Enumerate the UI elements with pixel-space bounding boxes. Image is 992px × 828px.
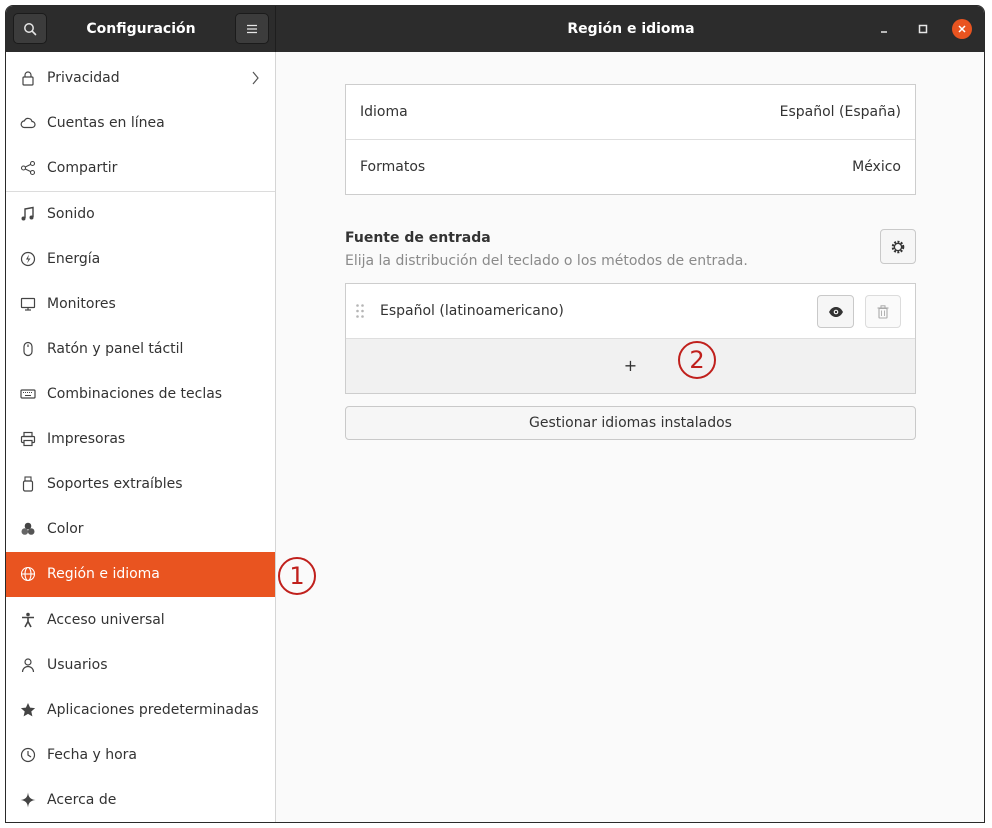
sidebar-item-mouse-touchpad[interactable]: Ratón y panel táctil [6,327,275,372]
sidebar-item-color[interactable]: Color [6,507,275,552]
sidebar-item-universal-access[interactable]: Acceso universal [6,598,275,643]
menu-button[interactable] [235,13,269,44]
sidebar-item-displays[interactable]: Monitores [6,282,275,327]
maximize-button[interactable] [913,19,933,39]
sidebar-item-region-language[interactable]: Región e idioma [6,552,275,597]
lock-icon [20,70,36,86]
sidebar-item-date-time[interactable]: Fecha y hora [6,733,275,778]
sidebar-item-label: Color [47,521,84,537]
sidebar-title: Configuración [86,21,196,37]
input-sources-title: Fuente de entrada [345,230,491,246]
add-input-source-row[interactable]: + [346,339,915,393]
input-sources-list: Español (latinoamericano) + [345,283,916,394]
settings-window: Configuración Región e idioma Privacidad… [5,5,985,823]
sidebar-item-users[interactable]: Usuarios [6,643,275,688]
sidebar-item-label: Monitores [47,296,116,312]
monitor-icon [20,296,36,312]
input-sources-subtitle: Elija la distribución del teclado o los … [345,253,748,269]
sidebar-item-privacy[interactable]: Privacidad [6,56,275,101]
add-icon: + [623,356,638,375]
sidebar-item-printers[interactable]: Impresoras [6,417,275,462]
sparkle-icon [20,792,36,808]
sidebar-item-label: Sonido [47,206,95,222]
clock-icon [20,747,36,763]
language-label: Idioma [360,104,408,120]
sidebar-item-keyboard-shortcuts[interactable]: Combinaciones de teclas [6,372,275,417]
printer-icon [20,431,36,447]
sidebar-item-label: Fecha y hora [47,747,138,763]
input-source-label: Español (latinoamericano) [380,303,564,319]
sidebar-item-label: Privacidad [47,70,120,86]
color-icon [20,521,36,537]
input-sources-options-button[interactable] [880,229,916,264]
manage-installed-languages-label: Gestionar idiomas instalados [529,415,732,431]
sidebar-item-label: Región e idioma [47,566,160,582]
mouse-icon [20,341,36,357]
keyboard-icon [20,386,36,402]
music-note-icon [20,206,36,222]
sidebar-item-sound[interactable]: Sonido [6,192,275,237]
chevron-right-icon [251,71,259,89]
header-bar: Configuración Región e idioma [6,6,984,52]
gear-icon [891,240,905,253]
sidebar-header: Configuración [6,6,276,52]
annotation-marker-1: 1 [278,557,316,595]
sidebar-item-sharing[interactable]: Compartir [6,146,275,191]
language-row[interactable]: Idioma Español (España) [346,85,915,140]
main-panel: Idioma Español (España) Formatos México … [276,52,984,822]
sidebar-item-label: Combinaciones de teclas [47,386,223,402]
list-item[interactable]: Español (latinoamericano) [346,284,915,339]
sidebar-item-power[interactable]: Energía [6,237,275,282]
eye-icon [828,306,843,317]
sidebar-item-label: Impresoras [47,431,126,447]
minimize-button[interactable] [874,19,894,39]
trash-icon [877,304,889,319]
cloud-icon [20,115,36,131]
drag-handle-icon[interactable] [355,303,365,323]
hamburger-menu-icon [247,24,257,33]
search-button[interactable] [13,13,47,44]
formats-value: México [852,159,901,175]
sidebar-item-label: Acerca de [47,792,117,808]
remove-input-source-button[interactable] [865,295,901,328]
search-icon [24,22,37,35]
sidebar-item-label: Cuentas en línea [47,115,165,131]
sidebar-item-about[interactable]: Acerca de [6,778,275,822]
sidebar-item-label: Ratón y panel táctil [47,341,184,357]
formats-row[interactable]: Formatos México [346,140,915,195]
sidebar-item-label: Aplicaciones predeterminadas [47,702,259,718]
sidebar-item-default-applications[interactable]: Aplicaciones predeterminadas [6,688,275,733]
accessibility-icon [20,612,36,628]
formats-label: Formatos [360,159,426,175]
language-value: Español (España) [779,104,901,120]
minimize-icon [881,31,887,33]
sidebar-item-label: Usuarios [47,657,108,673]
usb-drive-icon [20,476,36,492]
sidebar: Privacidad Cuentas en línea Compartir So… [6,52,276,822]
sidebar-item-online-accounts[interactable]: Cuentas en línea [6,101,275,146]
sidebar-item-label: Soportes extraíbles [47,476,183,492]
sidebar-item-removable-media[interactable]: Soportes extraíbles [6,462,275,507]
sidebar-item-label: Compartir [47,160,118,176]
close-button[interactable] [952,19,972,39]
close-icon [958,25,966,33]
power-icon [20,251,36,267]
show-layout-button[interactable] [817,295,854,328]
globe-icon [20,566,36,582]
users-icon [20,657,36,673]
language-formats-box: Idioma Español (España) Formatos México [345,84,916,195]
sidebar-item-label: Energía [47,251,101,267]
star-icon [20,702,36,718]
maximize-icon [918,24,928,34]
annotation-marker-2: 2 [678,341,716,379]
sidebar-item-label: Acceso universal [47,612,165,628]
manage-installed-languages-button[interactable]: Gestionar idiomas instalados [345,406,916,440]
share-icon [20,160,36,176]
